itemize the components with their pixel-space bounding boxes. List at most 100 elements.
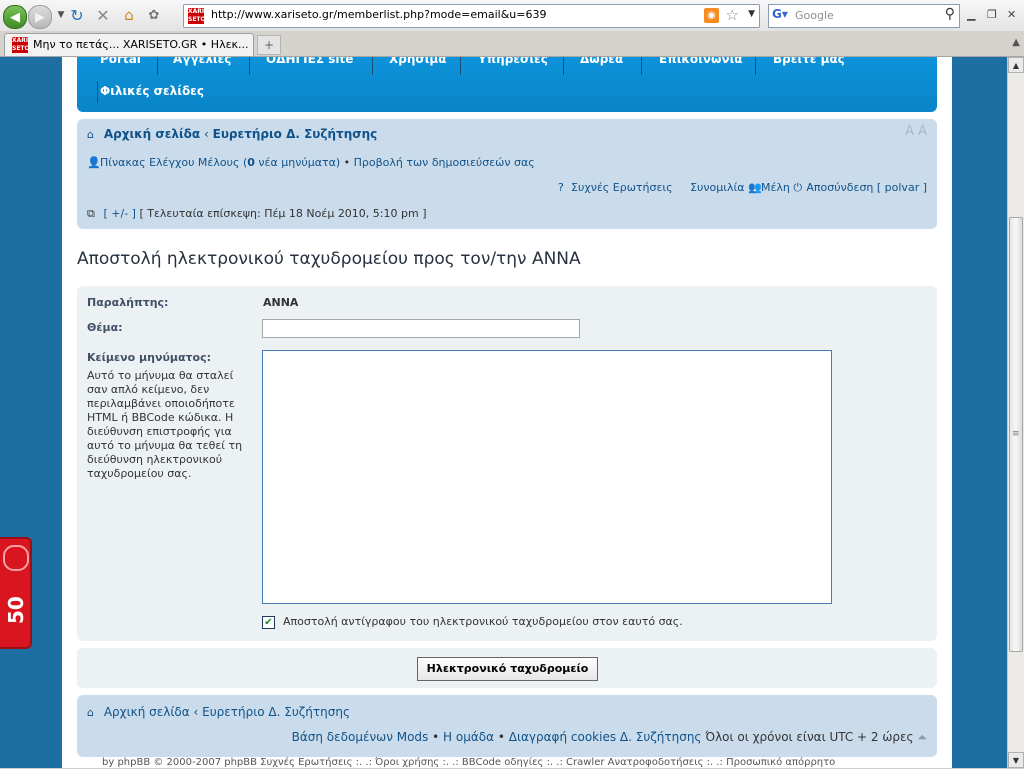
own-posts-link[interactable]: Προβολή των δημοσιεύσεών σας bbox=[354, 156, 535, 169]
footer-breadcrumb: ⌂ Αρχική σελίδα ‹ Ευρετήριο Δ. Συζήτησης bbox=[87, 705, 350, 719]
restore-icon[interactable]: ❐ bbox=[987, 8, 997, 21]
back-to-top-icon[interactable]: ⏶ bbox=[917, 730, 927, 744]
badge-number: 50 bbox=[4, 596, 28, 624]
user-control-row: 👤Πίνακας Ελέγχου Μέλους (0 νέα μηνύματα)… bbox=[87, 156, 535, 169]
user-menu-row: ? Συχνές Ερωτήσεις Συνομιλία 👥Μέλη ⏻ Αποσύ… bbox=[558, 181, 927, 195]
recipient-value: ANNA bbox=[263, 296, 299, 309]
addon-icon[interactable]: ✿ bbox=[145, 6, 163, 24]
site-favicon-icon: XARI SETO bbox=[188, 8, 206, 24]
nav-donations[interactable]: Δώρεά bbox=[580, 57, 623, 66]
search-box[interactable]: G▾ Google ⚲ bbox=[768, 4, 960, 28]
copy-checkbox-label[interactable]: Αποστολή αντίγραφου του ηλεκτρονικού ταχ… bbox=[283, 615, 683, 628]
tab-list-icon[interactable]: ▲ bbox=[1012, 37, 1020, 48]
members-icon: 👥 bbox=[747, 181, 762, 194]
nav-friendly-pages[interactable]: Φιλικές σελίδες bbox=[100, 84, 204, 98]
collapse-icon: ⧉ bbox=[87, 207, 95, 220]
breadcrumb-home[interactable]: Αρχική σελίδα bbox=[104, 127, 200, 141]
chat-link[interactable]: Συνομιλία bbox=[690, 181, 744, 194]
back-arrow-icon: ◀ bbox=[10, 9, 20, 25]
forward-arrow-icon: ▶ bbox=[35, 9, 45, 25]
close-icon[interactable]: ✕ bbox=[1007, 8, 1016, 21]
copy-checkbox[interactable]: ✔ bbox=[262, 616, 275, 629]
vertical-scrollbar[interactable]: ▲ ≡ ▼ bbox=[1007, 57, 1024, 768]
address-bar[interactable]: XARI SETO http://www.xariseto.gr/memberli… bbox=[183, 4, 760, 28]
home-icon: ⌂ bbox=[87, 706, 94, 719]
nav-separator bbox=[641, 57, 642, 75]
footer-breadcrumb-separator: ‹ bbox=[193, 705, 199, 719]
logout-link[interactable]: Αποσύνδεση [ polvar ] bbox=[806, 181, 927, 194]
message-label: Κείμενο μηνύματος: bbox=[87, 351, 212, 364]
scroll-up-icon[interactable]: ▲ bbox=[1008, 57, 1024, 73]
reload-icon[interactable]: ↻ bbox=[68, 6, 86, 25]
nav-contact[interactable]: Επικοινωνία bbox=[659, 57, 743, 66]
search-icon[interactable]: ⚲ bbox=[945, 6, 955, 22]
pm-suffix: ) bbox=[335, 156, 341, 169]
nav-services[interactable]: Υπηρεσίες bbox=[478, 57, 548, 66]
home-icon[interactable]: ⌂ bbox=[120, 6, 138, 24]
pm-count[interactable]: 0 bbox=[247, 156, 255, 169]
timezone-text: Όλοι οι χρόνοι είναι UTC + 2 ώρες bbox=[705, 730, 914, 744]
delete-cookies-link[interactable]: Διαγραφή cookies Δ. Συζήτησης bbox=[509, 730, 702, 744]
nav-ads[interactable]: Αγγελίες bbox=[173, 57, 231, 66]
logout-icon: ⏻ bbox=[793, 181, 803, 194]
last-visit-text: [ Τελευταία επίσκεψη: Πέμ 18 Νοέμ 2010, … bbox=[139, 207, 427, 220]
tab-title[interactable]: Μην το πετάς... XARISETO.GR • Ηλεκ... bbox=[33, 38, 251, 51]
breadcrumb: ⌂ Αρχική σελίδα ‹ Ευρετήριο Δ. Συζήτησης bbox=[87, 127, 377, 141]
footer-panel: ⌂ Αρχική σελίδα ‹ Ευρετήριο Δ. Συζήτησης… bbox=[77, 695, 937, 757]
badge-logo-icon bbox=[3, 545, 29, 571]
new-tab-button[interactable]: + bbox=[257, 35, 281, 55]
url-text[interactable]: http://www.xariseto.gr/memberlist.php?mo… bbox=[211, 8, 546, 21]
page-title: Αποστολή ηλεκτρονικού ταχυδρομείου προς … bbox=[77, 249, 581, 269]
db-mods-link[interactable]: Βάση δεδομένων Mods bbox=[292, 730, 429, 744]
font-size-control[interactable]: A A bbox=[905, 124, 927, 139]
bullet: • bbox=[343, 156, 351, 169]
members-link[interactable]: Μέλη bbox=[761, 181, 790, 194]
side-badge[interactable]: 50 bbox=[0, 537, 32, 649]
nav-find-us[interactable]: Βρείτε μας bbox=[773, 57, 845, 66]
back-button[interactable]: ◀ bbox=[3, 5, 27, 29]
pm-link[interactable]: νέα μηνύματα bbox=[258, 156, 335, 169]
nav-guides[interactable]: ΟΔΗΓΙΕΣ site bbox=[266, 57, 353, 66]
breadcrumb-separator: ‹ bbox=[203, 127, 209, 141]
page-viewport: Portal Αγγελίες ΟΔΗΓΙΕΣ site Χρήσιμα Υπη… bbox=[0, 57, 1007, 768]
nav-separator bbox=[563, 57, 564, 75]
stop-icon[interactable]: ✕ bbox=[94, 6, 112, 25]
navigation-panel: ⌂ Αρχική σελίδα ‹ Ευρετήριο Δ. Συζήτησης… bbox=[77, 119, 937, 229]
toggle-link[interactable]: [ +/- ] bbox=[104, 207, 136, 220]
copyright-bar: by phpBB © 2000-2007 phpBB Συχνές Ερωτήσ… bbox=[102, 757, 836, 768]
faq-link[interactable]: Συχνές Ερωτήσεις bbox=[571, 181, 673, 194]
google-icon[interactable]: G▾ bbox=[772, 7, 788, 23]
last-visit-row: ⧉ [ +/- ] [ Τελευταία επίσκεψη: Πέμ 18 Ν… bbox=[87, 207, 426, 221]
url-dropdown-icon[interactable]: ▼ bbox=[748, 9, 755, 19]
breadcrumb-forum-index[interactable]: Ευρετήριο Δ. Συζήτησης bbox=[213, 127, 378, 141]
scroll-down-icon[interactable]: ▼ bbox=[1008, 752, 1024, 768]
subject-input[interactable] bbox=[262, 319, 580, 338]
home-icon: ⌂ bbox=[87, 128, 94, 141]
faq-icon: ? bbox=[558, 181, 564, 194]
nav-separator bbox=[755, 57, 756, 75]
forward-button[interactable]: ▶ bbox=[28, 5, 52, 29]
send-email-button[interactable]: Ηλεκτρονικό ταχυδρομείο bbox=[417, 657, 598, 681]
message-textarea[interactable] bbox=[262, 350, 832, 604]
search-placeholder[interactable]: Google bbox=[795, 9, 834, 22]
bookmark-star-icon[interactable]: ☆ bbox=[726, 6, 739, 24]
nav-separator bbox=[460, 57, 461, 75]
tab-active[interactable]: XARI SETO Μην το πετάς... XARISETO.GR • Η… bbox=[4, 33, 254, 56]
team-link[interactable]: Η ομάδα bbox=[443, 730, 494, 744]
nav-separator bbox=[157, 57, 158, 75]
message-help-text: Αυτό το μήνυμα θα σταλεί σαν απλό κείμεν… bbox=[87, 369, 243, 480]
nav-portal[interactable]: Portal bbox=[100, 57, 141, 66]
nav-useful[interactable]: Χρήσιμα bbox=[389, 57, 446, 66]
scroll-grip-icon: ≡ bbox=[1012, 429, 1020, 439]
rss-icon[interactable]: ◉ bbox=[704, 8, 719, 23]
email-form-panel: Παραλήπτης: ANNA Θέμα: Κείμενο μηνύματος… bbox=[77, 286, 937, 641]
recipient-label: Παραλήπτης: bbox=[87, 296, 169, 309]
forum-wrap: Portal Αγγελίες ΟΔΗΓΙΕΣ site Χρήσιμα Υπη… bbox=[62, 57, 952, 768]
browser-toolbar: ◀ ▶ ▼ ↻ ✕ ⌂ ✿ XARI SETO http://www.xarise… bbox=[0, 0, 1024, 32]
minimize-icon[interactable]: ▁ bbox=[967, 8, 975, 21]
nav-separator bbox=[372, 57, 373, 75]
footer-home-link[interactable]: Αρχική σελίδα bbox=[104, 705, 190, 719]
footer-forum-index-link[interactable]: Ευρετήριο Δ. Συζήτησης bbox=[202, 705, 350, 719]
submit-panel: Ηλεκτρονικό ταχυδρομείο bbox=[77, 648, 937, 688]
ucp-link[interactable]: Πίνακας Ελέγχου Μέλους bbox=[100, 156, 239, 169]
